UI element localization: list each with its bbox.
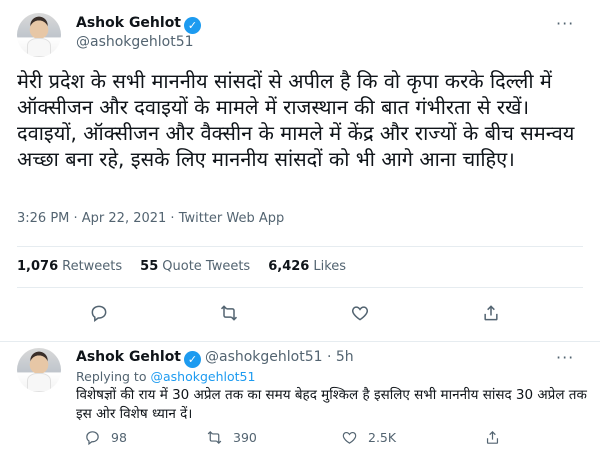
tweet-actions [0, 298, 600, 328]
reply-actions: 98 390 2.5K [76, 429, 576, 449]
heart-icon [342, 431, 357, 444]
reply-header: Ashok Gehlot ✓ @ashokgehlot51 · 5h [76, 349, 354, 368]
retweet-icon [220, 305, 238, 321]
quotes-stat[interactable]: 55 Quote Tweets [140, 259, 250, 274]
like-button[interactable] [345, 298, 375, 328]
more-options-icon[interactable]: ··· [556, 16, 574, 32]
likes-label: Likes [313, 259, 347, 274]
share-icon [484, 305, 498, 321]
share-button[interactable] [476, 298, 506, 328]
reply-icon [86, 431, 99, 446]
retweets-stat[interactable]: 1,076 Retweets [17, 259, 122, 274]
reply-button[interactable]: 98 [84, 429, 127, 446]
tweet-stats: 1,076 Retweets 55 Quote Tweets 6,426 Likes [17, 259, 346, 274]
retweet-icon [207, 430, 222, 445]
divider [0, 341, 600, 342]
reply-author-name[interactable]: Ashok Gehlot [76, 349, 181, 365]
reply-count: 98 [111, 430, 127, 445]
more-options-icon[interactable]: ··· [556, 350, 574, 366]
retweet-button[interactable] [214, 298, 244, 328]
retweet-count: 390 [233, 430, 257, 445]
retweet-button[interactable]: 390 [206, 429, 257, 446]
replying-to-prefix: Replying to [76, 369, 147, 384]
divider [17, 246, 583, 247]
heart-icon [351, 306, 369, 321]
replying-to-handle[interactable]: @ashokgehlot51 [150, 369, 255, 384]
avatar[interactable] [17, 13, 61, 57]
reply-button[interactable] [84, 298, 114, 328]
reply-avatar[interactable] [17, 348, 61, 392]
reply-icon [91, 305, 107, 322]
verified-badge-icon: ✓ [184, 351, 201, 368]
verified-badge-icon: ✓ [184, 17, 201, 34]
reply-text: विशेषज्ञों की राय में 30 अप्रेल तक का सम… [76, 387, 587, 422]
author-name[interactable]: Ashok Gehlot ✓ [76, 15, 201, 34]
likes-count: 6,426 [268, 259, 310, 274]
divider [17, 287, 583, 288]
quotes-count: 55 [140, 259, 159, 274]
tweet-timestamp[interactable]: 3:26 PM · Apr 22, 2021 · Twitter Web App [17, 211, 284, 226]
author-name-text[interactable]: Ashok Gehlot [76, 15, 181, 31]
share-icon [486, 430, 499, 444]
like-button[interactable]: 2.5K [341, 429, 396, 446]
reply-author-handle[interactable]: @ashokgehlot51 · 5h [205, 349, 354, 365]
retweets-count: 1,076 [17, 259, 59, 274]
replying-to: Replying to @ashokgehlot51 [76, 369, 255, 384]
share-button[interactable] [484, 429, 511, 446]
retweets-label: Retweets [62, 259, 123, 274]
author-handle[interactable]: @ashokgehlot51 [76, 34, 194, 50]
like-count: 2.5K [368, 430, 397, 445]
tweet-text: मेरी प्रदेश के सभी माननीय सांसदों से अपी… [17, 69, 575, 171]
likes-stat[interactable]: 6,426 Likes [268, 259, 346, 274]
quotes-label: Quote Tweets [162, 259, 251, 274]
